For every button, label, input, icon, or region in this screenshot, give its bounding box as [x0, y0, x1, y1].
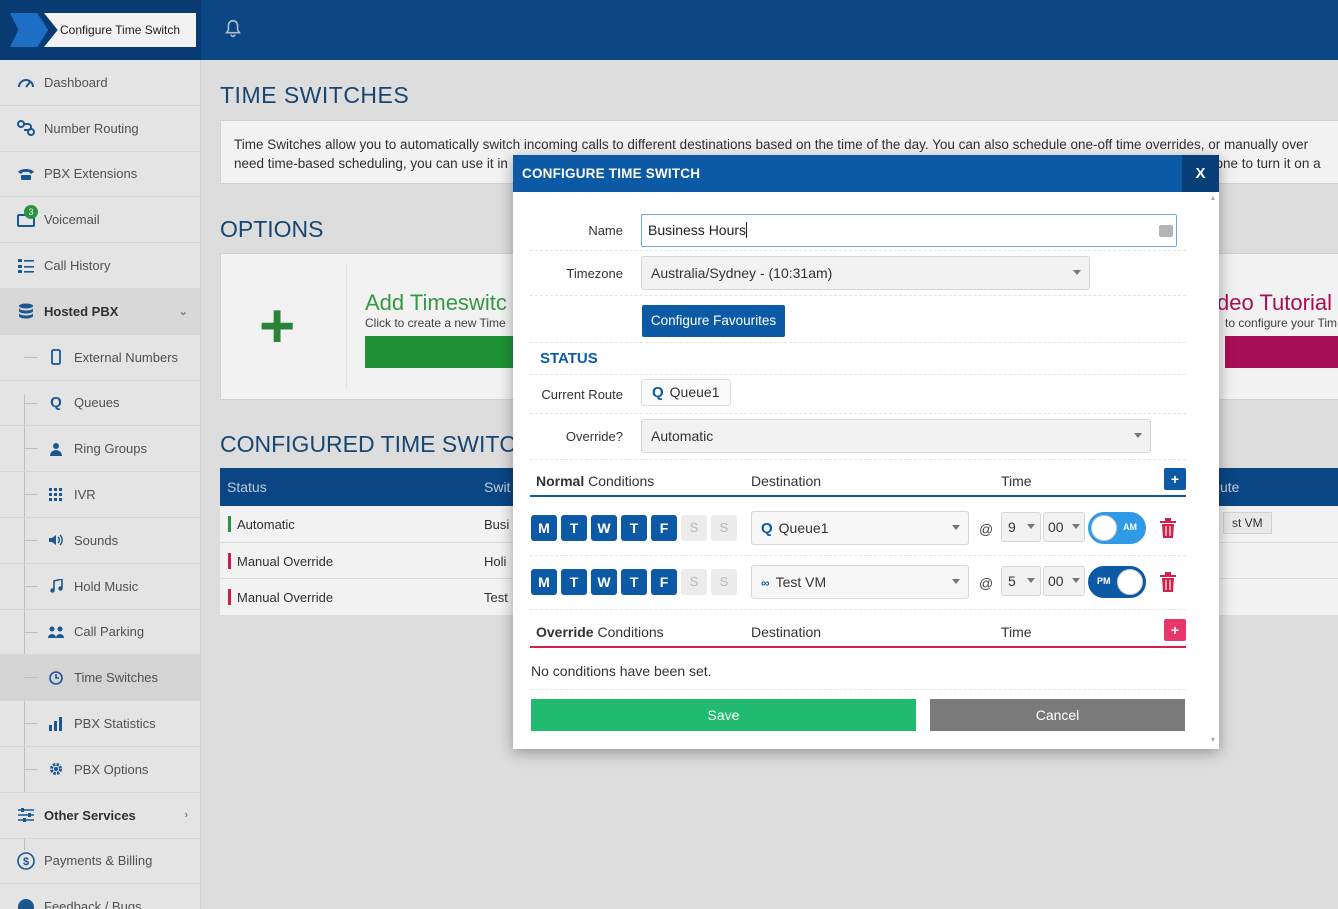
voicemail-icon: ∞ — [761, 576, 770, 590]
hour-value: 5 — [1008, 573, 1016, 589]
name-label: Name — [588, 223, 623, 238]
override-destination-header: Destination — [751, 624, 822, 640]
normal-time-header: Time — [1001, 473, 1032, 489]
day-toggle-wed[interactable]: W — [591, 569, 617, 595]
day-toggle-fri[interactable]: F — [651, 569, 677, 595]
keyboard-icon[interactable] — [1159, 225, 1173, 237]
chevron-down-icon — [1027, 578, 1035, 583]
day-toggle-sun[interactable]: S — [711, 569, 737, 595]
override-time-header: Time — [1001, 624, 1032, 640]
normal-conditions-header: Normal Conditions Destination Time + — [530, 463, 1186, 497]
ampm-label: AM — [1123, 522, 1137, 532]
override-value: Automatic — [651, 428, 714, 444]
close-button[interactable]: X — [1182, 155, 1219, 192]
override-label: Override? — [565, 429, 623, 444]
scroll-down-icon[interactable]: ▼ — [1209, 737, 1217, 745]
minute-value: 00 — [1048, 519, 1064, 535]
modal-title: CONFIGURE TIME SWITCH — [522, 166, 701, 181]
queue-icon: Q — [652, 384, 664, 401]
at-symbol: @ — [979, 575, 994, 591]
configure-timeswitch-modal: CONFIGURE TIME SWITCH X ▲ ▼ Name Busines… — [513, 155, 1219, 749]
timezone-select[interactable]: Australia/Sydney - (10:31am) — [641, 256, 1090, 290]
hour-select[interactable]: 9 — [1001, 512, 1041, 542]
cancel-button[interactable]: Cancel — [930, 699, 1185, 731]
day-toggle-thu[interactable]: T — [621, 569, 647, 595]
modal-header: CONFIGURE TIME SWITCH X — [513, 155, 1219, 192]
destination-value: Queue1 — [778, 520, 829, 536]
add-override-condition-button[interactable]: + — [1164, 619, 1186, 641]
timezone-value: Australia/Sydney - (10:31am) — [651, 265, 833, 281]
day-selector: M T W T F S S — [531, 515, 737, 541]
destination-select[interactable]: Q Queue1 — [751, 511, 969, 545]
chevron-down-icon — [1072, 578, 1080, 583]
ampm-toggle[interactable]: AM — [1088, 512, 1146, 544]
day-toggle-mon[interactable]: M — [531, 569, 557, 595]
normal-conditions-label-bold: Normal — [536, 473, 585, 489]
current-route-label: Current Route — [541, 387, 623, 402]
toggle-knob — [1117, 569, 1143, 595]
chevron-down-icon — [1134, 433, 1142, 438]
day-toggle-wed[interactable]: W — [591, 515, 617, 541]
current-route-chip: Q Queue1 — [641, 379, 731, 406]
name-input-value: Business Hours — [648, 222, 747, 238]
ampm-toggle[interactable]: PM — [1088, 566, 1146, 598]
minute-select[interactable]: 00 — [1043, 512, 1085, 542]
hour-value: 9 — [1008, 519, 1016, 535]
day-toggle-fri[interactable]: F — [651, 515, 677, 541]
queue-icon: Q — [761, 520, 773, 537]
day-toggle-mon[interactable]: M — [531, 515, 557, 541]
day-toggle-thu[interactable]: T — [621, 515, 647, 541]
chevron-down-icon — [1072, 524, 1080, 529]
chevron-down-icon — [952, 525, 960, 530]
ampm-label: PM — [1097, 576, 1111, 586]
chevron-down-icon — [1027, 524, 1035, 529]
toggle-knob — [1091, 515, 1117, 541]
name-input[interactable]: Business Hours — [641, 214, 1177, 247]
chevron-down-icon — [1073, 270, 1081, 275]
delete-trash-icon[interactable] — [1159, 572, 1177, 592]
at-symbol: @ — [979, 521, 994, 537]
day-toggle-sat[interactable]: S — [681, 515, 707, 541]
override-conditions-header: Override Conditions Destination Time + — [530, 614, 1186, 648]
destination-select[interactable]: ∞ Test VM — [751, 565, 969, 599]
timezone-label: Timezone — [566, 266, 623, 281]
add-normal-condition-button[interactable]: + — [1164, 468, 1186, 490]
modal-scrollbar[interactable]: ▲ ▼ — [1209, 195, 1217, 745]
status-heading: STATUS — [540, 350, 598, 367]
no-conditions-text: No conditions have been set. — [531, 663, 712, 679]
chevron-down-icon — [952, 579, 960, 584]
destination-value: Test VM — [775, 574, 827, 590]
save-button[interactable]: Save — [531, 699, 916, 731]
day-toggle-tue[interactable]: T — [561, 515, 587, 541]
scroll-up-icon[interactable]: ▲ — [1209, 195, 1217, 203]
normal-conditions-label: Conditions — [584, 473, 655, 489]
hour-select[interactable]: 5 — [1001, 566, 1041, 596]
day-toggle-tue[interactable]: T — [561, 569, 587, 595]
override-conditions-label: Conditions — [593, 624, 664, 640]
configure-favourites-button[interactable]: Configure Favourites — [642, 305, 785, 337]
day-selector: M T W T F S S — [531, 569, 737, 595]
minute-select[interactable]: 00 — [1043, 566, 1085, 596]
override-select[interactable]: Automatic — [641, 419, 1151, 453]
current-route-value: Queue1 — [669, 384, 720, 400]
normal-destination-header: Destination — [751, 473, 822, 489]
day-toggle-sun[interactable]: S — [711, 515, 737, 541]
delete-trash-icon[interactable] — [1159, 518, 1177, 538]
day-toggle-sat[interactable]: S — [681, 569, 707, 595]
override-conditions-label-bold: Override — [536, 624, 594, 640]
minute-value: 00 — [1048, 573, 1064, 589]
